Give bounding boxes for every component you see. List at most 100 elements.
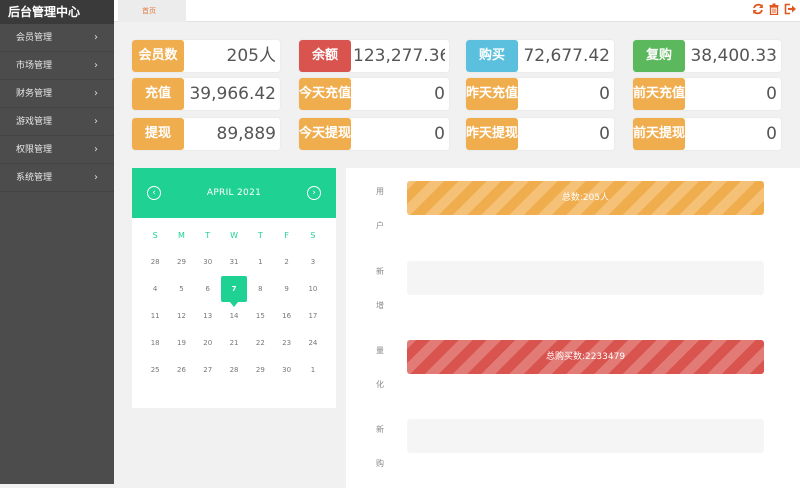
stat-card: 购买72,677.42 [466, 40, 614, 72]
calendar-day[interactable]: 28 [142, 249, 168, 276]
stat-value: 123,277.3674 [351, 40, 445, 72]
stat-label: 购买 [466, 40, 518, 72]
app-title: 后台管理中心 [0, 0, 114, 24]
toolbar [752, 3, 796, 15]
chevron-right-icon: › [94, 108, 98, 136]
stat-value: 0 [685, 78, 777, 110]
stat-card: 前天充值0 [633, 78, 781, 110]
calendar-day[interactable]: 19 [168, 330, 194, 357]
stat-value: 0 [351, 78, 445, 110]
calendar-day[interactable]: 28 [221, 357, 247, 384]
calendar: ‹ APRIL 2021 › SMTWTFS282930311234567891… [132, 168, 336, 408]
sidebar-item-label: 市场管理 [16, 61, 52, 71]
stat-card: 今天充值0 [299, 78, 449, 110]
calendar-day[interactable]: 23 [273, 330, 299, 357]
calendar-day[interactable]: 3 [300, 249, 326, 276]
stat-label: 今天提现 [299, 118, 351, 150]
calendar-day[interactable]: 15 [247, 303, 273, 330]
calendar-day[interactable]: 8 [247, 276, 273, 303]
sidebar-item[interactable]: 权限管理› [0, 136, 114, 164]
calendar-day[interactable]: 29 [247, 357, 273, 384]
main-content: 会员数205人余额123,277.3674 购买72,677.42 复购38,400… [114, 22, 800, 484]
progress-bar [407, 261, 764, 295]
calendar-day[interactable]: 2 [273, 249, 299, 276]
sidebar-item-label: 权限管理 [16, 145, 52, 155]
refresh-icon[interactable] [752, 3, 764, 15]
stat-label: 复购 [633, 40, 685, 72]
panel-side-label: 用户 [376, 175, 386, 243]
topbar: 首页 [114, 0, 800, 22]
stat-value: 72,677.42 [518, 40, 610, 72]
calendar-weekday: F [273, 223, 299, 249]
stat-label: 前天充值 [633, 78, 685, 110]
calendar-day[interactable]: 6 [195, 276, 221, 303]
calendar-day[interactable]: 30 [273, 357, 299, 384]
calendar-day[interactable]: 18 [142, 330, 168, 357]
calendar-weekday: T [247, 223, 273, 249]
calendar-day[interactable]: 21 [221, 330, 247, 357]
sidebar-item-label: 系统管理 [16, 173, 52, 183]
sidebar-item[interactable]: 财务管理 › [0, 80, 114, 108]
calendar-day[interactable]: 27 [195, 357, 221, 384]
calendar-day[interactable]: 11 [142, 303, 168, 330]
chevron-right-icon: › [94, 164, 98, 192]
chevron-right-icon: › [94, 24, 98, 52]
calendar-day[interactable]: 25 [142, 357, 168, 384]
stat-card: 前天提现0 [633, 118, 781, 150]
calendar-day[interactable]: 1 [300, 357, 326, 384]
stat-card: 充值39,966.42 [132, 78, 280, 110]
calendar-weekday: T [195, 223, 221, 249]
stat-value: 205人 [184, 40, 276, 72]
calendar-day[interactable]: 20 [195, 330, 221, 357]
logout-icon[interactable] [784, 3, 796, 15]
calendar-day[interactable]: 14 [221, 303, 247, 330]
stat-label: 前天提现 [633, 118, 685, 150]
calendar-day[interactable]: 26 [168, 357, 194, 384]
chevron-right-icon: › [94, 52, 98, 80]
calendar-day[interactable]: 30 [195, 249, 221, 276]
calendar-weekday: S [142, 223, 168, 249]
stat-card: 复购38,400.33 [633, 40, 781, 72]
calendar-day[interactable]: 16 [273, 303, 299, 330]
calendar-title: APRIL 2021 [132, 168, 336, 218]
stat-value: 38,400.33 [685, 40, 777, 72]
calendar-day[interactable]: 12 [168, 303, 194, 330]
sidebar-item[interactable]: 会员管理 › [0, 24, 114, 52]
stat-card: 昨天提现0 [466, 118, 614, 150]
calendar-weekday: W [221, 223, 247, 249]
trash-icon[interactable] [768, 3, 780, 15]
calendar-next-icon[interactable]: › [307, 186, 321, 200]
calendar-day[interactable]: 13 [195, 303, 221, 330]
calendar-day[interactable]: 10 [300, 276, 326, 303]
calendar-day[interactable]: 1 [247, 249, 273, 276]
calendar-day[interactable]: 5 [168, 276, 194, 303]
stat-value: 39,966.42 [184, 78, 276, 110]
calendar-day[interactable]: 24 [300, 330, 326, 357]
tab-home[interactable]: 首页 [118, 0, 186, 22]
stat-label: 充值 [132, 78, 184, 110]
sidebar-item[interactable]: 系统管理 › [0, 164, 114, 192]
sidebar-item[interactable]: 市场管理 › [0, 52, 114, 80]
stat-card: 今天提现0 [299, 118, 449, 150]
calendar-day[interactable]: 7 [221, 276, 247, 302]
stat-value: 89,889 [184, 118, 276, 150]
sidebar-item-label: 会员管理 [16, 33, 52, 43]
chevron-right-icon: › [94, 80, 98, 108]
calendar-day[interactable]: 29 [168, 249, 194, 276]
stat-value: 0 [518, 118, 610, 150]
stat-label: 今天充值 [299, 78, 351, 110]
panel-side-label: 新增 [376, 255, 386, 323]
sidebar-item[interactable]: 游戏管理› [0, 108, 114, 136]
calendar-weekday: M [168, 223, 194, 249]
sidebar: 后台管理中心 会员管理›市场管理›财务管理›游戏管理›权限管理›系统管理› [0, 0, 114, 484]
stat-label: 余额 [299, 40, 351, 72]
calendar-day[interactable]: 22 [247, 330, 273, 357]
stat-value: 0 [685, 118, 777, 150]
calendar-day[interactable]: 4 [142, 276, 168, 303]
stat-label: 提现 [132, 118, 184, 150]
stat-label: 会员数 [132, 40, 184, 72]
sidebar-item-label: 财务管理 [16, 89, 52, 99]
calendar-day[interactable]: 9 [273, 276, 299, 303]
calendar-day[interactable]: 31 [221, 249, 247, 276]
calendar-day[interactable]: 17 [300, 303, 326, 330]
